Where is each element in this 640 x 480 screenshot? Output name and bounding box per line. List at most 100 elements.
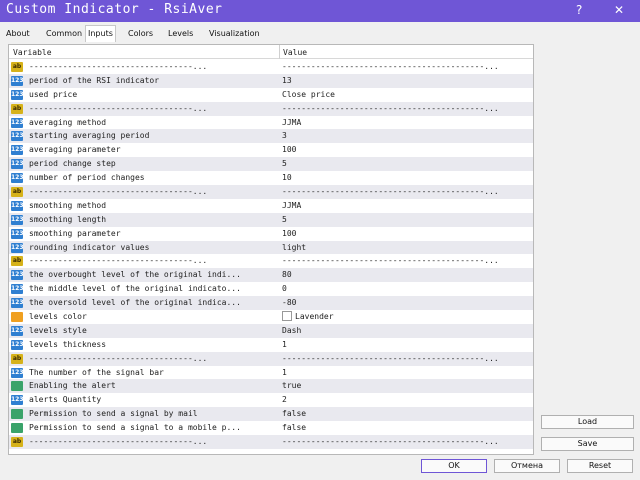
value-cell[interactable]: Dash [282,324,530,338]
table-row[interactable]: 123 smoothing length 5 [9,212,533,227]
table-row[interactable]: 123 rounding indicator values light [9,240,533,255]
text-type-icon: ab [11,187,23,198]
value-cell[interactable]: 13 [282,74,530,88]
value-cell[interactable]: 2 [282,393,530,407]
number-type-icon: 123 [11,270,24,281]
text-type-icon: ab [11,437,23,448]
table-row[interactable]: 123 The number of the signal bar 1 [9,366,533,380]
tab-inputs[interactable]: Inputs [85,25,116,42]
value-cell[interactable]: false [282,407,530,421]
help-button[interactable]: ? [576,3,582,17]
table-row[interactable]: Permission to send a signal to a mobile … [9,421,533,435]
table-row[interactable]: Enabling the alert true [9,379,533,394]
value-cell[interactable]: 100 [282,143,530,157]
table-row[interactable]: 123 smoothing method JJMA [9,199,533,213]
value-cell[interactable]: ----------------------------------------… [282,185,530,199]
table-row[interactable]: 123 period of the RSI indicator 13 [9,73,533,88]
value-cell[interactable]: Close price [282,88,530,102]
ok-button[interactable]: OK [421,459,487,473]
table-row[interactable]: 123 number of period changes 10 [9,171,533,185]
table-row[interactable]: 123 levels style Dash [9,323,533,338]
column-header-variable[interactable]: Variable [13,48,52,57]
number-type-icon: 123 [11,131,24,142]
table-row[interactable]: levels color Lavender [9,310,533,324]
table-row[interactable]: Permission to send a signal by mail false [9,407,533,422]
variable-cell: levels style [29,325,87,335]
table-row[interactable]: ab ----------------------------------... -… [9,101,533,116]
table-row[interactable]: 123 averaging parameter 100 [9,143,533,157]
variable-cell: smoothing method [29,200,107,210]
table-row[interactable]: ab ----------------------------------... -… [9,435,533,449]
value-cell[interactable]: light [282,241,530,255]
table-row[interactable]: 123 alerts Quantity 2 [9,393,533,407]
column-header-value[interactable]: Value [283,48,307,57]
value-cell[interactable]: 1 [282,338,530,352]
table-row[interactable]: 123 period change step 5 [9,157,533,172]
variable-cell: rounding indicator values [29,242,150,252]
color-name: Lavender [295,312,334,322]
table-row[interactable]: 123 levels thickness 1 [9,338,533,352]
boolean-type-icon [11,423,23,434]
value-cell[interactable]: ----------------------------------------… [282,254,530,268]
variable-cell: alerts Quantity [29,395,102,405]
table-row[interactable]: 123 the overbought level of the original … [9,268,533,283]
table-body: ab ----------------------------------... -… [9,60,533,449]
tab-common[interactable]: Common [44,26,84,42]
load-button[interactable]: Load [541,415,634,429]
color-swatch[interactable] [282,310,292,321]
value-cell[interactable]: 80 [282,268,530,282]
tab-colors[interactable]: Colors [126,26,155,42]
tab-visualization[interactable]: Visualization [207,26,262,42]
close-button[interactable]: ✕ [614,3,624,17]
value-cell[interactable]: ----------------------------------------… [282,60,530,74]
save-button[interactable]: Save [541,437,634,451]
title-bar: Custom Indicator - RsiAver ? ✕ [0,0,640,22]
table-row[interactable]: ab ----------------------------------... -… [9,351,533,366]
value-cell[interactable]: 5 [282,157,530,171]
value-cell[interactable]: 10 [282,171,530,185]
table-row[interactable]: ab ----------------------------------... -… [9,60,533,74]
table-row[interactable]: 123 smoothing parameter 100 [9,227,533,241]
value-cell[interactable]: ----------------------------------------… [282,102,530,116]
table-row[interactable]: 123 the middle level of the original indi… [9,282,533,296]
window-title: Custom Indicator - RsiAver [6,2,223,17]
tab-levels[interactable]: Levels [166,26,195,42]
value-cell[interactable]: 5 [282,213,530,227]
value-cell[interactable]: Lavender [282,310,530,324]
column-divider[interactable] [279,45,280,59]
value-cell[interactable]: ----------------------------------------… [282,435,530,449]
cancel-button[interactable]: Отмена [494,459,560,473]
value-cell[interactable]: true [282,379,530,393]
variable-cell: number of period changes [29,173,145,183]
table-row[interactable]: 123 used price Close price [9,88,533,102]
variable-cell: smoothing length [29,214,107,224]
value-cell[interactable]: 3 [282,129,530,143]
table-row[interactable]: 123 averaging method JJMA [9,116,533,130]
table-row[interactable]: 123 the oversold level of the original in… [9,296,533,311]
value-cell[interactable]: 0 [282,282,530,296]
text-type-icon: ab [11,62,23,72]
number-type-icon: 123 [11,284,24,295]
tab-about[interactable]: About [4,26,32,42]
value-cell[interactable]: JJMA [282,116,530,130]
number-type-icon: 123 [11,145,24,156]
reset-button[interactable]: Reset [567,459,633,473]
value-cell[interactable]: JJMA [282,199,530,213]
number-type-icon: 123 [11,228,24,239]
value-cell[interactable]: false [282,421,530,435]
color-type-icon [11,312,23,323]
variable-cell: period of the RSI indicator [29,75,160,85]
variable-cell: ----------------------------------... [29,437,208,447]
value-cell[interactable]: ----------------------------------------… [282,352,530,366]
value-cell[interactable]: 100 [282,227,530,241]
value-cell[interactable]: -80 [282,296,530,310]
number-type-icon: 123 [11,89,24,100]
variable-cell: averaging parameter [29,145,121,155]
table-row[interactable]: 123 starting averaging period 3 [9,129,533,144]
value-cell[interactable]: 1 [282,366,530,380]
variable-cell: ----------------------------------... [29,256,208,266]
number-type-icon: 123 [11,325,24,336]
variable-cell: the oversold level of the original indic… [29,298,241,308]
table-row[interactable]: ab ----------------------------------... -… [9,185,533,199]
table-row[interactable]: ab ----------------------------------... -… [9,254,533,268]
